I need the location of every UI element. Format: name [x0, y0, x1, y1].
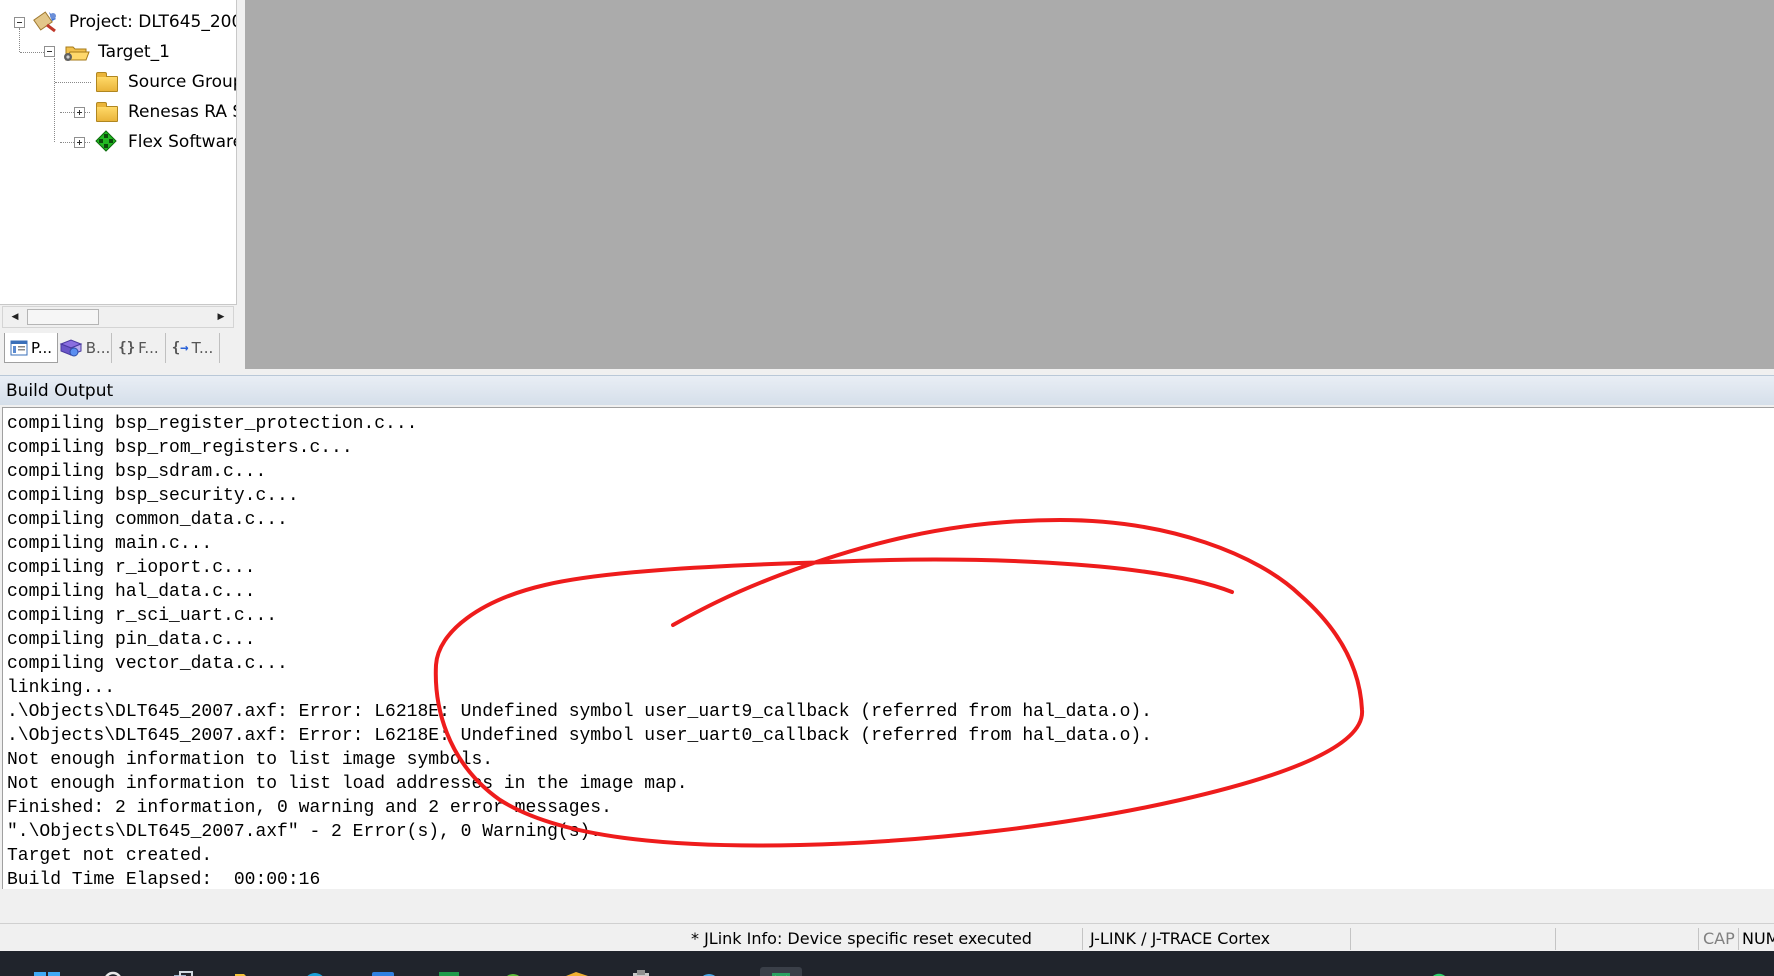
status-caps-lock: CAP: [1703, 928, 1735, 948]
status-separator: [1738, 928, 1739, 950]
build-output-title: Build Output: [6, 380, 114, 401]
clipboard-icon[interactable]: [626, 967, 656, 976]
output-line: .\Objects\DLT645_2007.axf: Error: L6218E…: [7, 726, 1152, 746]
tab-label: T...: [191, 339, 214, 357]
component-icon: [95, 130, 117, 152]
status-debugger: J-LINK / J-TRACE Cortex: [1090, 928, 1271, 948]
tab-project[interactable]: P...: [4, 333, 58, 363]
status-num-lock: NUM: [1742, 928, 1774, 948]
task-view-icon[interactable]: [168, 967, 198, 976]
tree-horizontal-scrollbar[interactable]: ◀ ▶: [2, 306, 234, 328]
output-line: compiling main.c...: [7, 534, 213, 554]
status-separator: [1350, 928, 1351, 950]
start-icon[interactable]: [32, 967, 62, 976]
tab-label: B...: [85, 339, 111, 357]
output-line: compiling bsp_register_protection.c...: [7, 414, 418, 434]
tab-functions[interactable]: {} F...: [112, 333, 166, 363]
output-line: compiling pin_data.c...: [7, 630, 256, 650]
taskbar: [0, 951, 1774, 976]
templates-tab-icon: {→: [171, 340, 189, 356]
scroll-thumb[interactable]: [27, 309, 99, 325]
expand-toggle[interactable]: [74, 107, 85, 118]
output-line: compiling r_sci_uart.c...: [7, 606, 278, 626]
project-icon: [33, 11, 56, 33]
tree-item-label: Target_1: [98, 42, 170, 62]
status-app-icon[interactable]: [1520, 967, 1550, 976]
output-line: compiling bsp_sdram.c...: [7, 462, 267, 482]
tree-item-label: Project: DLT645_2007: [69, 12, 237, 32]
output-line: Not enough information to list load addr…: [7, 774, 688, 794]
scroll-left-icon[interactable]: ◀: [5, 307, 25, 327]
target-folder-icon: [64, 46, 90, 61]
project-tree: Project: DLT645_2007 Target_1 Source Gro…: [0, 0, 237, 305]
status-app-icon[interactable]: [1636, 967, 1666, 976]
editor-area: [245, 0, 1774, 369]
status-app-icon[interactable]: [1424, 967, 1454, 976]
app-icon[interactable]: [434, 967, 464, 976]
output-line: compiling bsp_security.c...: [7, 486, 299, 506]
status-message: * JLink Info: Device specific reset exec…: [691, 928, 1032, 948]
tree-item-label: Flex Software: [128, 132, 237, 152]
output-line: compiling r_ioport.c...: [7, 558, 256, 578]
tab-label: F...: [138, 339, 159, 357]
keil-icon[interactable]: [760, 967, 802, 976]
project-panel: Project: DLT645_2007 Target_1 Source Gro…: [0, 0, 244, 369]
app-icon[interactable]: [694, 967, 724, 976]
tab-label: P...: [30, 338, 52, 357]
output-line: linking...: [7, 678, 116, 698]
output-line: compiling hal_data.c...: [7, 582, 256, 602]
collapse-toggle[interactable]: [14, 17, 25, 28]
project-panel-tabs: P... B... {} F... {→ T...: [4, 333, 220, 367]
edge-icon[interactable]: [300, 967, 330, 976]
tree-item-label: Renesas RA Smart Configurator: [128, 102, 236, 122]
search-icon[interactable]: [98, 967, 128, 976]
output-line: Build Time Elapsed: 00:00:16: [7, 870, 321, 889]
output-line: Finished: 2 information, 0 warning and 2…: [7, 798, 612, 818]
output-line: Not enough information to list image sym…: [7, 750, 494, 770]
file-explorer-icon[interactable]: [232, 967, 262, 976]
build-output-panel[interactable]: compiling bsp_register_protection.c...co…: [2, 407, 1774, 889]
output-line: compiling common_data.c...: [7, 510, 288, 530]
status-separator: [1698, 928, 1699, 950]
books-tab-icon: [59, 339, 83, 357]
tab-templates[interactable]: {→ T...: [166, 333, 220, 363]
browser-icon[interactable]: [498, 967, 528, 976]
build-output-header: Build Output: [0, 375, 1774, 405]
status-app-icon[interactable]: [1600, 967, 1630, 976]
tab-books[interactable]: B...: [58, 333, 112, 363]
output-line: Target not created.: [7, 846, 213, 866]
output-line: compiling vector_data.c...: [7, 654, 288, 674]
output-line: .\Objects\DLT645_2007.axf: Error: L6218E…: [7, 702, 1152, 722]
status-bar: * JLink Info: Device specific reset exec…: [0, 923, 1774, 952]
folder-icon[interactable]: [562, 967, 592, 976]
folder-icon: [96, 72, 118, 92]
output-line: compiling bsp_rom_registers.c...: [7, 438, 353, 458]
output-line: ".\Objects\DLT645_2007.axf" - 2 Error(s)…: [7, 822, 602, 842]
collapse-toggle[interactable]: [44, 46, 55, 57]
tree-item-label: Source Group 1: [128, 72, 236, 92]
scroll-right-icon[interactable]: ▶: [211, 307, 231, 327]
expand-toggle[interactable]: [74, 137, 85, 148]
store-icon[interactable]: [368, 967, 398, 976]
folder-icon: [96, 102, 118, 122]
status-separator: [1555, 928, 1556, 950]
project-tab-icon: [10, 340, 28, 355]
build-output-log: compiling bsp_register_protection.c...co…: [7, 412, 1152, 889]
status-separator: [1082, 928, 1083, 950]
functions-tab-icon: {}: [118, 340, 136, 356]
